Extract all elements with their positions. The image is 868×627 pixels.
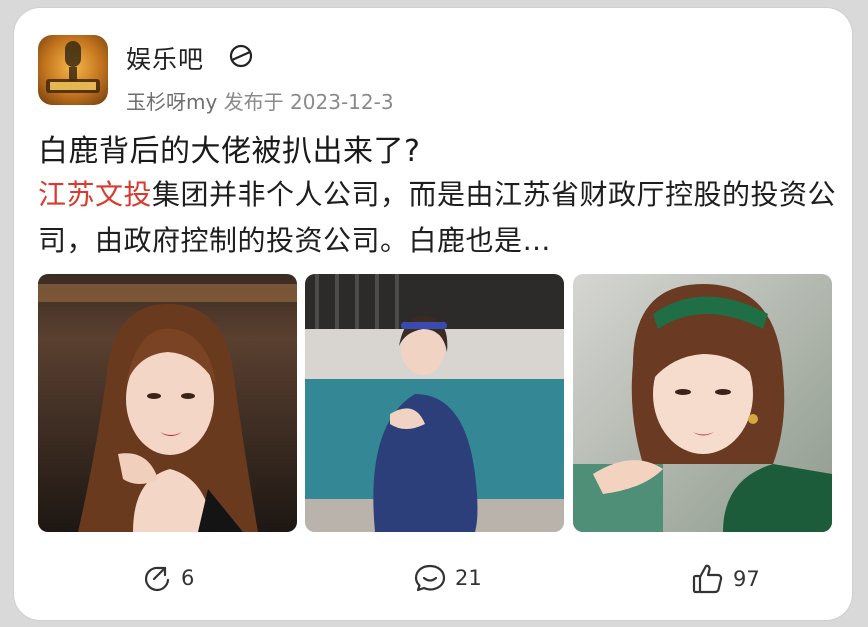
photo-1[interactable]	[38, 274, 297, 532]
share-count: 6	[181, 566, 195, 590]
comment-count: 21	[455, 566, 482, 590]
no-entry-circle-icon[interactable]	[228, 43, 254, 69]
photo-3[interactable]	[573, 274, 832, 532]
author-name[interactable]: 玉杉呀my	[126, 90, 217, 114]
forum-name[interactable]: 娱乐吧	[126, 40, 204, 76]
like-count: 97	[733, 567, 760, 591]
post-body[interactable]: 江苏文投集团并非个人公司，而是由江苏省财政厅控股的投资公司，由政府控制的投资公司…	[38, 172, 838, 264]
share-button[interactable]: 6	[141, 562, 194, 594]
photo-grid	[38, 274, 832, 532]
action-bar: 6 21 97	[14, 556, 852, 600]
like-button[interactable]: 97	[691, 562, 760, 596]
published-label: 发布于	[223, 90, 284, 114]
share-icon	[144, 566, 170, 592]
microphone-logo-icon	[46, 41, 100, 93]
comment-icon	[414, 564, 446, 592]
post-card[interactable]: 娱乐吧 玉杉呀my 发布于 2023-12-3 白鹿背后的大佬被扒出来了? 江苏…	[14, 8, 852, 620]
post-meta: 玉杉呀my 发布于 2023-12-3	[126, 86, 394, 115]
comment-button[interactable]: 21	[413, 562, 482, 594]
post-title[interactable]: 白鹿背后的大佬被扒出来了?	[38, 126, 420, 170]
forum-avatar[interactable]	[38, 35, 108, 105]
thumbs-up-icon	[692, 564, 723, 594]
post-date: 2023-12-3	[290, 90, 394, 114]
photo-2[interactable]	[305, 274, 564, 532]
highlight-link[interactable]: 江苏文投	[38, 178, 152, 211]
post-body-text: 集团并非个人公司，而是由江苏省财政厅控股的投资公司，由政府控制的投资公司。白鹿也…	[38, 178, 837, 257]
